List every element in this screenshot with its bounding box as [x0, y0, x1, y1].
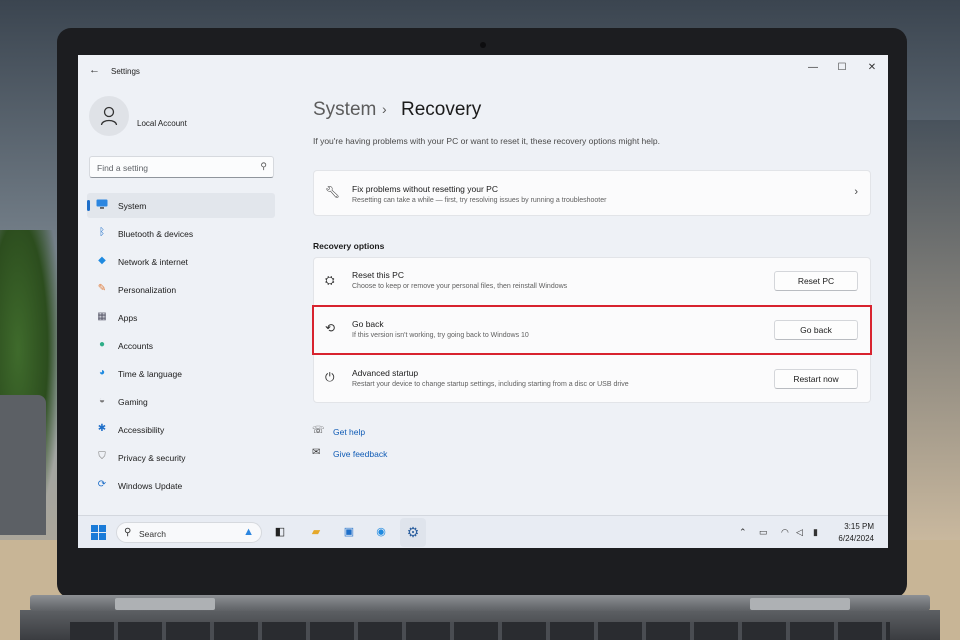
apps-icon: ▦	[97, 311, 107, 322]
sidebar-item-system[interactable]: System	[87, 193, 275, 218]
bluetooth-icon: ᛒ	[99, 227, 105, 238]
search-highlight-icon: ▲	[243, 526, 254, 538]
background-window	[900, 120, 960, 540]
give-feedback-link[interactable]: Give feedback	[333, 449, 387, 459]
intro-text: If you're having problems with your PC o…	[313, 136, 660, 146]
chevron-right-icon: ›	[854, 186, 858, 198]
back-arrow-icon[interactable]: ←	[89, 64, 100, 76]
clock-time: 3:15 PM	[844, 522, 874, 531]
option-description: Choose to keep or remove your personal f…	[352, 283, 568, 290]
reset-pc-icon: ⛭	[325, 273, 335, 287]
search-placeholder: Find a setting	[97, 163, 149, 173]
sidebar-item-label: Windows Update	[118, 481, 183, 491]
account-name: Local Account	[137, 119, 187, 128]
wifi-icon[interactable]: ◠	[781, 527, 789, 538]
sidebar-item-label: Privacy & security	[118, 453, 186, 463]
sidebar-item-accounts[interactable]: ● Accounts	[87, 333, 275, 358]
sidebar-item-label: System	[118, 201, 147, 211]
task-view-icon[interactable]: ◧	[271, 523, 289, 541]
advanced-startup-icon: ⏻	[325, 370, 335, 384]
file-explorer-icon[interactable]: ▰	[307, 523, 325, 541]
sidebar-item-time-language[interactable]: ◕ Time & language	[87, 361, 275, 386]
wifi-icon: ◆	[98, 255, 106, 266]
sidebar-item-label: Time & language	[118, 369, 182, 379]
sidebar-item-windows-update[interactable]: ⟳ Windows Update	[87, 473, 275, 498]
option-description: Restart your device to change startup se…	[352, 381, 629, 388]
wrench-icon: 🔧︎	[325, 185, 341, 199]
background-pot	[0, 395, 46, 535]
brush-icon: ✎	[97, 283, 107, 294]
maximize-button[interactable]: ☐	[833, 62, 851, 78]
reset-pc-button[interactable]: Reset PC	[774, 271, 858, 291]
avatar[interactable]	[89, 96, 129, 136]
update-icon: ⟳	[97, 479, 107, 490]
battery-icon[interactable]: ▮	[813, 527, 818, 538]
store-icon[interactable]: ▣	[340, 523, 358, 541]
hinge-slot-left	[115, 598, 215, 610]
window-title: Settings	[111, 67, 140, 76]
help-icon: ☏	[312, 425, 325, 436]
keyboard	[70, 622, 890, 640]
hinge-slot-right	[750, 598, 850, 610]
shield-icon: ⛉	[98, 451, 106, 462]
feedback-icon: ✉	[312, 447, 321, 458]
accessibility-icon: ✱	[97, 423, 107, 434]
restart-now-button[interactable]: Restart now	[774, 369, 858, 389]
search-icon: ⚲	[260, 161, 267, 171]
sidebar-item-apps[interactable]: ▦ Apps	[87, 305, 275, 330]
sidebar-item-label: Apps	[118, 313, 138, 323]
sidebar-item-bluetooth[interactable]: ᛒ Bluetooth & devices	[87, 221, 275, 246]
page-title: Recovery	[401, 99, 482, 120]
clock[interactable]: 3:15 PM 6/24/2024	[838, 521, 874, 545]
troubleshoot-description: Resetting can take a while — first, try …	[352, 197, 607, 204]
breadcrumb-separator: ›	[382, 101, 387, 117]
taskbar-search[interactable]: ⚲ Search ▲	[116, 522, 262, 543]
settings-screen: ← Settings — ☐ ✕ Local Account Find a se…	[78, 55, 888, 548]
selection-indicator	[87, 200, 90, 211]
sidebar-item-label: Bluetooth & devices	[118, 229, 194, 239]
sidebar-item-label: Personalization	[118, 285, 177, 295]
gamepad-icon: ◒	[98, 395, 106, 406]
person-icon: ●	[98, 339, 106, 350]
webcam	[480, 42, 486, 48]
minimize-button[interactable]: —	[804, 62, 822, 78]
search-input[interactable]: Find a setting ⚲	[89, 156, 274, 178]
person-icon	[100, 106, 118, 126]
sidebar-item-label: Accessibility	[118, 425, 165, 435]
option-title: Reset this PC	[352, 270, 404, 280]
section-heading: Recovery options	[313, 241, 385, 251]
troubleshoot-card[interactable]: 🔧︎ Fix problems without resetting your P…	[313, 170, 871, 216]
troubleshoot-title: Fix problems without resetting your PC	[352, 184, 498, 194]
volume-icon[interactable]: ◁	[796, 527, 803, 538]
sidebar-item-label: Accounts	[118, 341, 153, 351]
search-icon: ⚲	[124, 527, 132, 538]
get-help-link[interactable]: Get help	[333, 427, 365, 437]
taskbar: ⚲ Search ▲ ◧ ▰ ▣ ◉ ⚙ ⌃ ▭ ◠ ◁ ▮ 3:15 PM 6…	[78, 515, 888, 548]
edge-icon[interactable]: ◉	[372, 523, 390, 541]
globe-clock-icon: ◕	[98, 367, 106, 378]
sidebar-item-personalization[interactable]: ✎ Personalization	[87, 277, 275, 302]
option-title: Advanced startup	[352, 368, 419, 378]
breadcrumb-parent[interactable]: System	[313, 99, 376, 121]
list-item: ⏻ Advanced startup Restart your device t…	[314, 354, 870, 402]
title-bar: ← Settings — ☐ ✕	[78, 55, 888, 85]
sidebar-item-label: Network & internet	[118, 257, 188, 267]
taskbar-search-label: Search	[139, 529, 166, 539]
monitor-icon	[96, 199, 108, 211]
settings-icon[interactable]: ⚙	[404, 523, 422, 541]
list-item: ⛭ Reset this PC Choose to keep or remove…	[314, 258, 870, 306]
sidebar-item-label: Gaming	[118, 397, 148, 407]
sidebar-item-privacy[interactable]: ⛉ Privacy & security	[87, 445, 275, 470]
highlight-frame	[312, 305, 872, 355]
sidebar-item-gaming[interactable]: ◒ Gaming	[87, 389, 275, 414]
sidebar-item-network[interactable]: ◆ Network & internet	[87, 249, 275, 274]
battery-saver-icon[interactable]: ▭	[759, 527, 768, 538]
clock-date: 6/24/2024	[838, 534, 874, 543]
sidebar-item-accessibility[interactable]: ✱ Accessibility	[87, 417, 275, 442]
chevron-up-icon[interactable]: ⌃	[739, 527, 747, 538]
close-button[interactable]: ✕	[863, 62, 881, 78]
start-icon[interactable]	[91, 525, 106, 540]
